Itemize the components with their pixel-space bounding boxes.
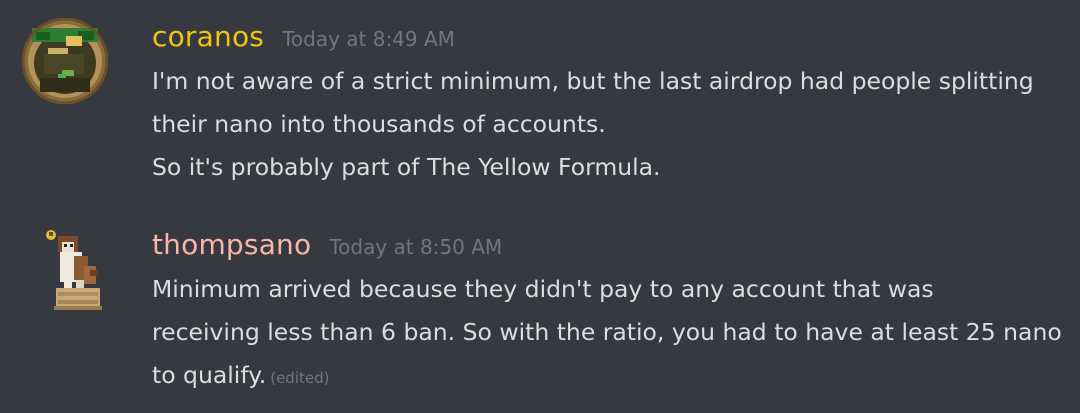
- message-line: their nano into thousands of accounts.: [152, 110, 606, 138]
- edited-label: (edited): [270, 369, 330, 387]
- avatar[interactable]: [21, 17, 109, 105]
- timestamp: Today at 8:49 AM: [282, 27, 455, 51]
- message-text: I'm not aware of a strict minimum, but t…: [152, 60, 1070, 189]
- message-text: Minimum arrived because they didn't pay …: [152, 268, 1070, 400]
- message-content: thompsano Today at 8:50 AM Minimum arriv…: [152, 222, 1070, 400]
- message-line: receiving less than 6 ban. So with the r…: [152, 318, 1062, 346]
- message-line-text: to qualify.: [152, 361, 267, 389]
- avatar[interactable]: [40, 222, 120, 322]
- message-line: Minimum arrived because they didn't pay …: [152, 275, 934, 303]
- message-line: So it's probably part of The Yellow Form…: [152, 153, 661, 181]
- avatar-image: [21, 17, 109, 105]
- message-line: to qualify. (edited): [152, 354, 1070, 400]
- avatar-image: [46, 230, 102, 310]
- message-content: coranos Today at 8:49 AM I'm not aware o…: [152, 14, 1070, 189]
- username[interactable]: coranos: [152, 14, 264, 60]
- timestamp: Today at 8:50 AM: [329, 235, 503, 259]
- chat-messages: coranos Today at 8:49 AM I'm not aware o…: [0, 0, 1080, 413]
- message-header: coranos Today at 8:49 AM: [152, 14, 1070, 60]
- username[interactable]: thompsano: [152, 222, 311, 268]
- message-header: thompsano Today at 8:50 AM: [152, 222, 1070, 268]
- message-line: I'm not aware of a strict minimum, but t…: [152, 67, 1034, 95]
